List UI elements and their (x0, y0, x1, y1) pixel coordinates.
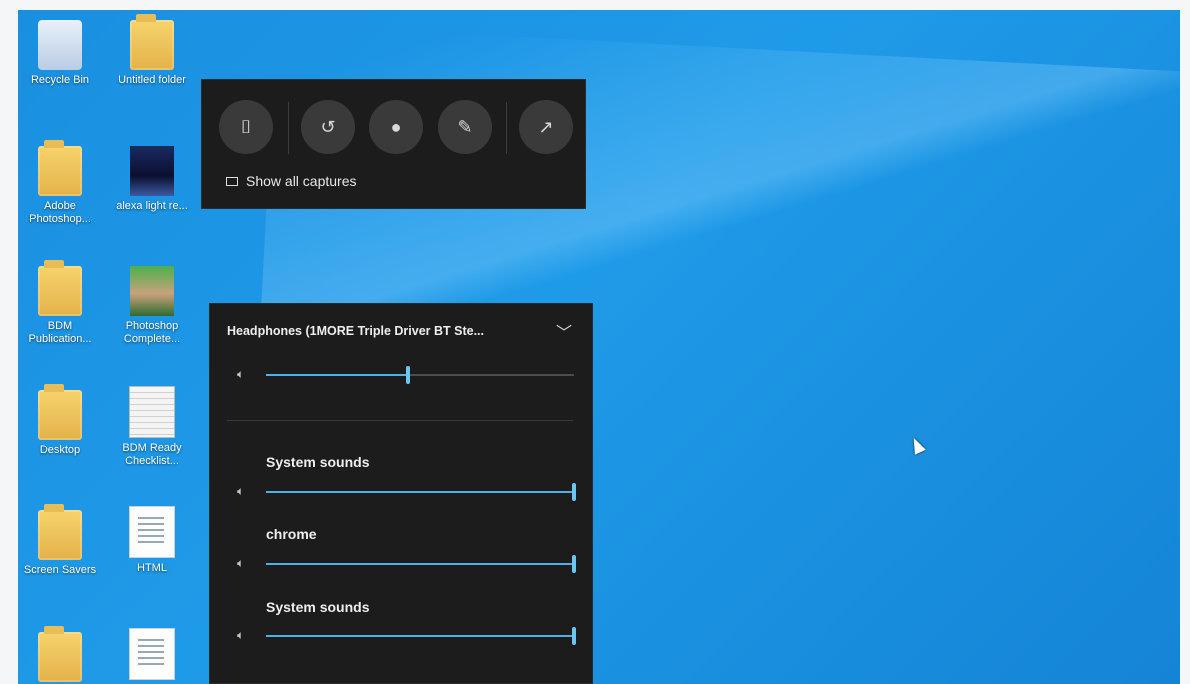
desktop-icon-bdm-publication[interactable]: BDM Publication... (18, 260, 102, 346)
folder-icon (38, 260, 82, 316)
desktop-icon-label: Screen Savers (23, 564, 97, 576)
show-all-captures-link[interactable]: Show all captures (226, 173, 357, 189)
screenshot-button[interactable]: ⌷ (219, 100, 273, 154)
slider-thumb[interactable] (405, 366, 410, 384)
capture-separator (288, 102, 289, 154)
spreadsheet-icon (129, 386, 175, 438)
desktop-icon-label: BDM Ready Checklist... (122, 442, 182, 467)
desktop-icon-label: Desktop (39, 444, 81, 456)
photo-icon (130, 266, 174, 316)
desktop-icon-html[interactable]: HTML (110, 506, 194, 575)
mic-off-icon: ✎ (457, 116, 473, 137)
desktop-icon-label: HTML (137, 562, 167, 574)
desktop-icon-document[interactable] (110, 628, 194, 684)
audio-device-name: Headphones (1MORE Triple Driver BT Ste..… (227, 324, 485, 338)
app-label: System sounds (266, 454, 370, 470)
audio-divider (227, 420, 573, 421)
recycle-bin-icon (38, 20, 82, 70)
folder-icon (38, 504, 82, 560)
document-icon (129, 628, 175, 680)
app-volume-slider[interactable] (266, 483, 576, 501)
audio-widget: Headphones (1MORE Triple Driver BT Ste..… (209, 303, 593, 684)
capture-widget: ⌷ ↺ ● ✎ ↗ Show all captures (201, 79, 586, 209)
record-last-button[interactable]: ↺ (301, 100, 355, 154)
desktop-icon-label: Recycle Bin (30, 74, 90, 86)
desktop-icon-photoshop-complete[interactable]: Photoshop Complete... (110, 266, 194, 346)
folder-icon (38, 626, 82, 682)
app-volume-slider[interactable] (266, 627, 576, 645)
desktop-icon-label: BDM Publication... (28, 320, 92, 345)
master-volume-slider[interactable] (266, 366, 574, 384)
folder-icon (130, 14, 174, 70)
slider-fill (266, 374, 408, 376)
speaker-icon: 🔈︎ (237, 367, 245, 381)
speaker-icon: 🔈︎ (237, 628, 245, 642)
desktop-icon-desktop[interactable]: Desktop (18, 384, 102, 457)
chevron-down-icon: ﹀ (555, 325, 572, 342)
image-icon (130, 146, 174, 196)
desktop-icon-recycle-bin[interactable]: Recycle Bin (18, 20, 102, 87)
document-icon (129, 506, 175, 558)
desktop-icon-folder[interactable] (18, 626, 102, 684)
desktop-icon-label: Untitled folder (118, 74, 186, 86)
camera-icon: ⌷ (240, 116, 252, 137)
capture-separator (506, 102, 507, 154)
slider-thumb[interactable] (572, 627, 576, 645)
mic-toggle-button[interactable]: ✎ (438, 100, 492, 154)
slider-fill (266, 563, 574, 565)
desktop-icon-adobe-photoshop[interactable]: Adobe Photoshop... (18, 140, 102, 226)
app-volume-slider[interactable] (266, 555, 576, 573)
speaker-icon: 🔈︎ (237, 556, 245, 570)
replay-icon: ↺ (320, 116, 336, 137)
broadcast-icon: ↗ (538, 116, 554, 137)
desktop-icon-alexa-light[interactable]: alexa light re... (110, 146, 194, 213)
folder-icon (38, 140, 82, 196)
audio-device-selector[interactable]: Headphones (1MORE Triple Driver BT Ste..… (227, 319, 572, 343)
slider-thumb[interactable] (572, 483, 576, 501)
slider-thumb[interactable] (572, 555, 576, 573)
slider-fill (266, 491, 574, 493)
app-label: chrome (266, 526, 317, 542)
desktop: Recycle Bin Untitled folder Adobe Photos… (18, 10, 1180, 684)
show-all-captures-label: Show all captures (246, 173, 357, 189)
desktop-icon-label: Adobe Photoshop... (29, 200, 91, 225)
desktop-icon-screen-savers[interactable]: Screen Savers (18, 504, 102, 577)
broadcast-button[interactable]: ↗ (519, 100, 573, 154)
folder-icon (38, 384, 82, 440)
record-button[interactable]: ● (369, 100, 423, 154)
desktop-icon-label: alexa light re... (116, 200, 188, 212)
desktop-icon-label: Photoshop Complete... (123, 320, 181, 345)
gallery-icon (226, 176, 238, 186)
desktop-icon-bdm-checklist[interactable]: BDM Ready Checklist... (110, 386, 194, 468)
slider-fill (266, 635, 574, 637)
mouse-cursor (908, 435, 926, 455)
app-label: System sounds (266, 599, 370, 615)
speaker-icon: 🔈︎ (237, 484, 245, 498)
record-icon: ● (390, 116, 402, 137)
desktop-icon-untitled-folder[interactable]: Untitled folder (110, 14, 194, 87)
